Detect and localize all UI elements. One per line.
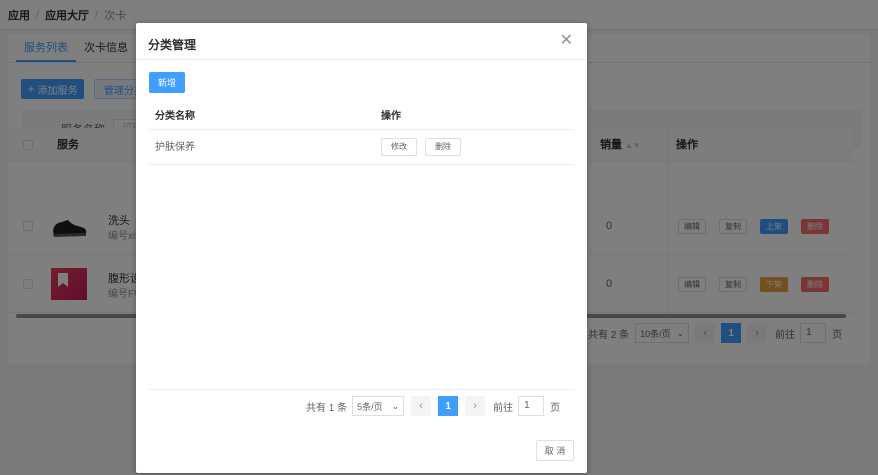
goto-label: 前往 (493, 402, 514, 414)
category-ops: 修改 删除 (381, 138, 469, 156)
goto-page-input[interactable]: 1 (518, 396, 545, 416)
add-category-button[interactable]: 新增 (149, 72, 185, 93)
dialog-table-bottom (149, 389, 574, 390)
dialog-header-divider (136, 59, 587, 60)
page-size-value: 5条/页 (357, 401, 383, 412)
page-size-select[interactable]: 5条/页 ⌄ (352, 396, 405, 416)
pagination-total: 共有 1 条 (306, 402, 348, 414)
category-table-header: 分类名称 操作 (149, 103, 574, 130)
prev-page-button[interactable]: ‹ (411, 396, 432, 416)
delete-category-button[interactable]: 删除 (425, 138, 461, 156)
header-category-name: 分类名称 (155, 111, 195, 122)
dialog-title: 分类管理 (148, 38, 197, 52)
dialog-pagination: 共有 1 条 5条/页 ⌄ ‹ 1 › 前往 1 页 (306, 396, 560, 416)
close-icon[interactable]: ✕ (560, 33, 573, 49)
table-row: 护肤保养 修改 删除 (149, 130, 574, 165)
edit-category-button[interactable]: 修改 (381, 138, 417, 156)
cancel-button[interactable]: 取 消 (536, 440, 574, 461)
page-unit-label: 页 (550, 402, 561, 414)
chevron-down-icon: ⌄ (391, 400, 400, 411)
category-dialog: 分类管理 ✕ 新增 分类名称 操作 护肤保养 修改 删除 共有 1 条 5条/页… (136, 23, 587, 473)
category-name: 护肤保养 (155, 142, 195, 153)
header-category-ops: 操作 (381, 111, 401, 122)
page-number-button[interactable]: 1 (438, 396, 459, 416)
next-page-button[interactable]: › (465, 396, 486, 416)
